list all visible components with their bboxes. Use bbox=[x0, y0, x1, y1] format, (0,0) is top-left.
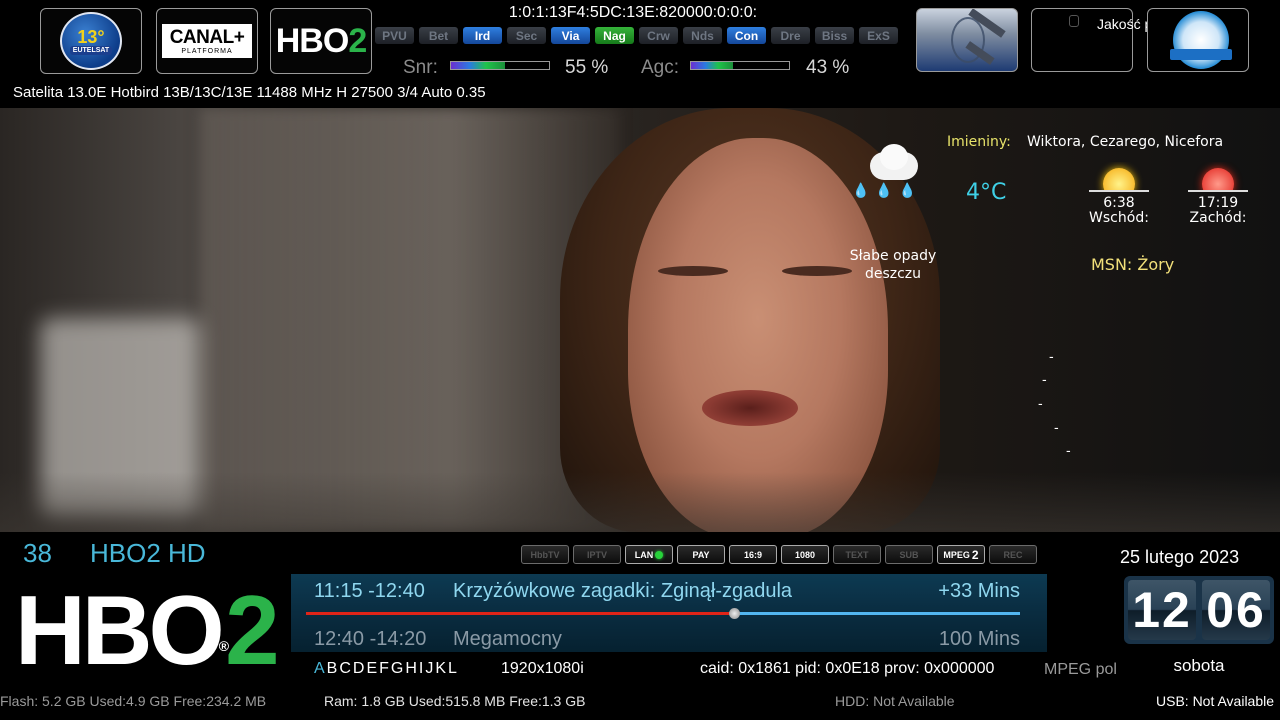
sunrise-time: 6:38 bbox=[1103, 195, 1135, 211]
sunset-label: Zachód: bbox=[1189, 210, 1247, 226]
video-person-eye bbox=[658, 266, 728, 276]
rain-drops-icon: 💧💧💧 bbox=[852, 182, 923, 198]
flag-sub: SUB bbox=[885, 545, 933, 564]
flag-iptv: IPTV bbox=[573, 545, 621, 564]
epg-next-title: Megamocny bbox=[453, 628, 562, 650]
snr-meter bbox=[450, 61, 550, 70]
placeholder-dash: - bbox=[1066, 442, 1071, 458]
snr-value: 55 % bbox=[565, 57, 609, 78]
cas-bet: Bet bbox=[419, 27, 458, 44]
sunrise-label: Wschód: bbox=[1089, 210, 1149, 226]
satellite-logo: 13° EUTELSAT bbox=[40, 8, 142, 74]
cas-via: Via bbox=[551, 27, 590, 44]
cas-biss: Biss bbox=[815, 27, 854, 44]
placeholder-dash: - bbox=[1042, 371, 1047, 387]
sunset-icon bbox=[1188, 162, 1248, 192]
caid-info: caid: 0x1861 pid: 0x0E18 prov: 0x000000 bbox=[700, 660, 995, 677]
snr-label: Snr: bbox=[403, 57, 438, 78]
progress-knob-icon bbox=[729, 608, 741, 619]
epg-panel: 11:15 -12:40 Krzyżówkowe zagadki: Zginął… bbox=[291, 574, 1047, 652]
flag-text: TEXT bbox=[833, 545, 881, 564]
date: 25 lutego 2023 bbox=[1120, 547, 1240, 567]
epg-next-duration: 100 Mins bbox=[938, 628, 1020, 650]
sunrise-icon bbox=[1089, 162, 1149, 192]
clock-hour: 12 bbox=[1128, 580, 1196, 640]
flag-169: 16:9 bbox=[729, 545, 777, 564]
stream-flags: HbbTV IPTV LAN PAY 16:9 1080 TEXT SUB MPEG 2 REC bbox=[521, 545, 1037, 564]
video-resolution: 1920x1080i bbox=[501, 660, 584, 677]
clock-minute: 06 bbox=[1202, 580, 1270, 640]
eutelsat-logo-icon: 13° EUTELSAT bbox=[60, 12, 122, 70]
channel-name: HBO2 HD bbox=[90, 538, 206, 568]
flash-usage: Flash: 5.2 GB Used:4.9 GB Free:234.2 MB bbox=[0, 693, 267, 709]
flag-lan: LAN bbox=[625, 545, 673, 564]
placeholder-dash: - bbox=[1049, 348, 1054, 364]
cas-ird: Ird bbox=[463, 27, 502, 44]
cas-indicators: PVU Bet Ird Sec Via Nag Crw Nds Con Dre Biss ExS bbox=[375, 27, 898, 44]
epg-now-title: Krzyżówkowe zagadki: Zginął-zgadula bbox=[453, 580, 793, 602]
quality-badge-icon bbox=[1147, 8, 1249, 72]
epg-progress-bar bbox=[306, 608, 1020, 619]
placeholder-dash: - bbox=[1038, 395, 1043, 411]
service-reference: 1:0:1:13F4:5DC:13E:820000:0:0:0: bbox=[508, 4, 758, 21]
flag-rec: REC bbox=[989, 545, 1037, 564]
cas-crw: Crw bbox=[639, 27, 678, 44]
epg-next-time: 12:40 -14:20 bbox=[314, 628, 427, 650]
audio-codec: MPEG pol bbox=[1044, 661, 1117, 678]
status-led-icon bbox=[655, 550, 664, 559]
channel-picon: HBO2 bbox=[270, 8, 372, 74]
cas-sec: Sec bbox=[507, 27, 546, 44]
nameday-value: Wiktora, Cezarego, Nicefora bbox=[1027, 134, 1224, 150]
transponder-info: Satelita 13.0E Hotbird 13B/13C/13E 11488… bbox=[13, 84, 486, 101]
flag-1080: 1080 bbox=[781, 545, 829, 564]
teletext-letters: ABCDEFGHIJKL bbox=[314, 660, 459, 677]
flip-clock: 12 06 bbox=[1124, 576, 1274, 644]
cas-exs: ExS bbox=[859, 27, 898, 44]
satellite-dish-icon bbox=[916, 8, 1018, 72]
epg-now-time: 11:15 -12:40 bbox=[314, 580, 425, 602]
temperature: 4°C bbox=[966, 180, 1007, 205]
top-infobar: 13° EUTELSAT CANAL+ PLATFORMA HBO2 1:0:1… bbox=[0, 0, 1280, 108]
agc-value: 43 % bbox=[806, 57, 850, 78]
cloud-rain-icon bbox=[862, 142, 924, 184]
cas-nag: Nag bbox=[595, 27, 634, 44]
cas-pvu: PVU bbox=[375, 27, 414, 44]
nameday-label: Imieniny: bbox=[947, 134, 1011, 150]
weather-location: MSN: Żory bbox=[1091, 255, 1175, 274]
placeholder-dash: - bbox=[1054, 419, 1059, 435]
channel-number: 38 bbox=[23, 538, 52, 568]
sunset-time: 17:19 bbox=[1197, 195, 1239, 211]
cas-nds: Nds bbox=[683, 27, 722, 44]
flag-hbbtv: HbbTV bbox=[521, 545, 569, 564]
usb-status: USB: Not Available bbox=[1156, 693, 1275, 709]
ram-usage: Ram: 1.8 GB Used:515.8 MB Free:1.3 GB bbox=[324, 693, 586, 709]
agc-label: Agc: bbox=[641, 57, 680, 78]
video-person-mouth bbox=[702, 390, 798, 426]
agc-meter bbox=[690, 61, 790, 70]
provider-logo: CANAL+ PLATFORMA bbox=[156, 8, 258, 74]
flag-mpeg: MPEG 2 bbox=[937, 545, 985, 564]
weather-description: Słabe opady deszczu bbox=[849, 248, 937, 282]
channel-logo: HBO®2 bbox=[15, 575, 280, 685]
cas-dre: Dre bbox=[771, 27, 810, 44]
hdd-status: HDD: Not Available bbox=[835, 693, 955, 709]
weekday: sobota bbox=[1173, 656, 1225, 675]
cas-con: Con bbox=[727, 27, 766, 44]
video-background-wall bbox=[200, 108, 620, 532]
flag-pay: PAY bbox=[677, 545, 725, 564]
video-frame bbox=[0, 108, 1280, 532]
epg-now-remaining: +33 Mins bbox=[938, 580, 1020, 602]
